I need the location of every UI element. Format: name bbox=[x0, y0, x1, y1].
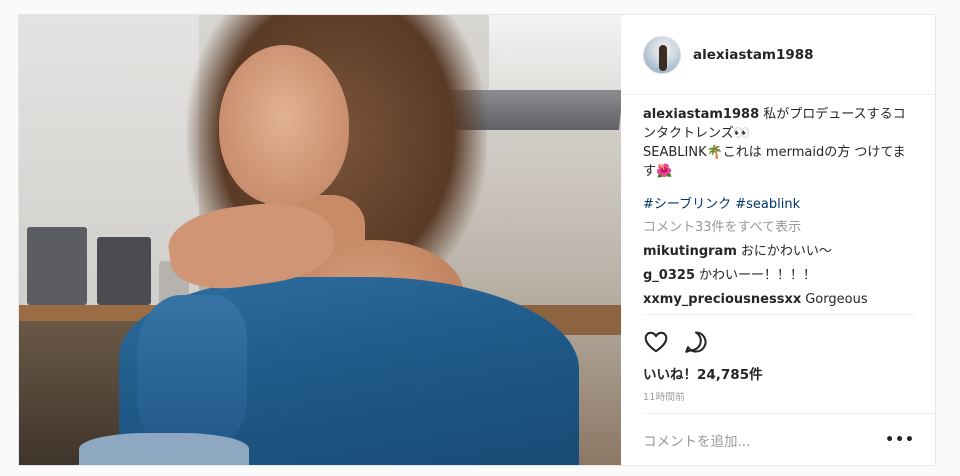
comment-item: g_0325 かわいーー！！！！ bbox=[643, 266, 915, 285]
action-bar bbox=[643, 314, 915, 359]
post-photo[interactable] bbox=[19, 15, 621, 465]
username-link[interactable]: alexiastam1988 bbox=[693, 47, 814, 63]
heart-icon[interactable] bbox=[643, 329, 669, 355]
comment-username[interactable]: mikutingram bbox=[643, 244, 737, 259]
comment-username[interactable]: xxmy_preciousnessxx bbox=[643, 292, 801, 307]
comment-item: mikutingram おにかわいい〜 bbox=[643, 242, 915, 261]
comment-item: xxmy_preciousnessxx Gorgeous bbox=[643, 290, 915, 309]
caption-username[interactable]: alexiastam1988 bbox=[643, 107, 759, 122]
more-options-icon[interactable]: ••• bbox=[885, 432, 915, 448]
comment-input[interactable]: コメントを追加... bbox=[643, 430, 750, 450]
comment-text: かわいーー！！！！ bbox=[699, 268, 817, 283]
comment-text: おにかわいい〜 bbox=[740, 244, 832, 259]
caption: alexiastam1988 私がプロデュースするコンタクトレンズ👀 SEABL… bbox=[643, 105, 915, 181]
like-count[interactable]: いいね！24,785件 bbox=[643, 359, 915, 383]
view-all-comments-link[interactable]: コメント33件をすべて表示 bbox=[643, 218, 915, 237]
comments-section: alexiastam1988 私がプロデュースするコンタクトレンズ👀 SEABL… bbox=[621, 95, 935, 314]
post-side-panel: alexiastam1988 alexiastam1988 私がプロデュースする… bbox=[621, 15, 935, 465]
avatar[interactable] bbox=[643, 35, 681, 74]
post-header: alexiastam1988 bbox=[621, 15, 935, 95]
hashtags[interactable]: #シーブリンク #seablink bbox=[643, 195, 915, 214]
speech-bubble-icon[interactable] bbox=[683, 329, 709, 355]
comment-username[interactable]: g_0325 bbox=[643, 268, 695, 283]
post-timestamp[interactable]: 11時間前 bbox=[643, 383, 915, 413]
comment-text: Gorgeous bbox=[805, 292, 868, 307]
add-comment-bar: コメントを追加... ••• bbox=[643, 413, 935, 465]
instagram-post: alexiastam1988 alexiastam1988 私がプロデュースする… bbox=[18, 14, 936, 466]
